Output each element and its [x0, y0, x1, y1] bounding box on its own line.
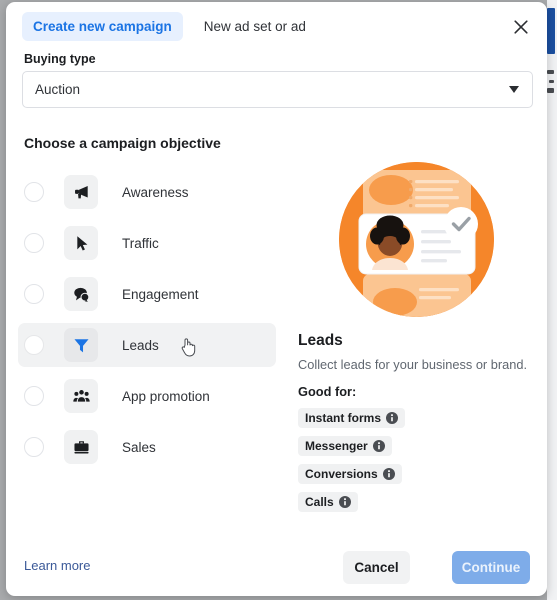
megaphone-icon: [64, 175, 98, 209]
modal-footer: Learn more Cancel Continue: [6, 538, 547, 596]
chip-conversions[interactable]: Conversions: [298, 464, 402, 484]
objective-row-awareness[interactable]: Awareness: [18, 170, 276, 214]
chip-label: Messenger: [305, 439, 368, 453]
detail-title: Leads: [298, 332, 534, 350]
objective-list: Awareness Traffic Engagement: [18, 170, 276, 476]
radio-sales[interactable]: [24, 437, 44, 457]
info-icon[interactable]: [339, 496, 351, 508]
continue-button[interactable]: Continue: [452, 551, 530, 584]
radio-leads[interactable]: [24, 335, 44, 355]
detail-description: Collect leads for your business or brand…: [298, 357, 534, 373]
objective-row-sales[interactable]: Sales: [18, 425, 276, 469]
create-campaign-modal: Create new campaign New ad set or ad Buy…: [6, 2, 547, 596]
chip-label: Conversions: [305, 467, 378, 481]
modal-tabs: Create new campaign New ad set or ad: [22, 12, 317, 41]
chip-calls[interactable]: Calls: [298, 492, 358, 512]
people-group-icon: [64, 379, 98, 413]
tab-create-new-campaign[interactable]: Create new campaign: [22, 12, 183, 41]
close-icon: [513, 19, 529, 35]
objective-row-engagement[interactable]: Engagement: [18, 272, 276, 316]
good-for-label: Good for:: [298, 384, 534, 399]
chip-row: Calls: [298, 492, 534, 520]
chip-messenger[interactable]: Messenger: [298, 436, 392, 456]
good-for-chips: Instant forms Messenger: [298, 408, 534, 520]
cancel-button[interactable]: Cancel: [343, 551, 410, 584]
background-mark: [549, 80, 554, 83]
objective-row-traffic[interactable]: Traffic: [18, 221, 276, 265]
speech-bubbles-icon: [64, 277, 98, 311]
chip-row: Messenger: [298, 436, 534, 464]
info-icon[interactable]: [386, 412, 398, 424]
radio-app-promotion[interactable]: [24, 386, 44, 406]
tab-new-ad-set-or-ad[interactable]: New ad set or ad: [193, 12, 317, 41]
lead-form-illustration: [339, 162, 494, 317]
funnel-icon: [64, 328, 98, 362]
background-blue-bar: [547, 8, 555, 54]
chip-label: Calls: [305, 495, 334, 509]
learn-more-link[interactable]: Learn more: [24, 558, 90, 573]
close-button[interactable]: [507, 13, 535, 41]
objective-row-app-promotion[interactable]: App promotion: [18, 374, 276, 418]
objective-label: Traffic: [122, 236, 159, 251]
objective-label: Awareness: [122, 185, 189, 200]
info-icon[interactable]: [383, 468, 395, 480]
chip-instant-forms[interactable]: Instant forms: [298, 408, 405, 428]
background-mark: [547, 70, 554, 74]
illustration-wrapper: [298, 162, 534, 317]
chip-row: Instant forms: [298, 408, 534, 436]
page-title: Choose a campaign objective: [24, 135, 221, 151]
cursor-arrow-icon: [64, 226, 98, 260]
buying-type-label: Buying type: [24, 52, 96, 66]
objective-label: Engagement: [122, 287, 199, 302]
objective-label: App promotion: [122, 389, 210, 404]
info-icon[interactable]: [373, 440, 385, 452]
radio-traffic[interactable]: [24, 233, 44, 253]
buying-type-select[interactable]: Auction: [22, 71, 533, 108]
background-mark: [547, 88, 554, 93]
objective-label: Leads: [122, 338, 159, 353]
chip-row: Conversions: [298, 464, 534, 492]
objective-detail-panel: Leads Collect leads for your business or…: [298, 162, 534, 520]
buying-type-value: Auction: [35, 82, 80, 97]
radio-engagement[interactable]: [24, 284, 44, 304]
objective-label: Sales: [122, 440, 156, 455]
chip-label: Instant forms: [305, 411, 381, 425]
objective-row-leads[interactable]: Leads: [18, 323, 276, 367]
chevron-down-icon: [509, 86, 519, 93]
briefcase-icon: [64, 430, 98, 464]
radio-awareness[interactable]: [24, 182, 44, 202]
